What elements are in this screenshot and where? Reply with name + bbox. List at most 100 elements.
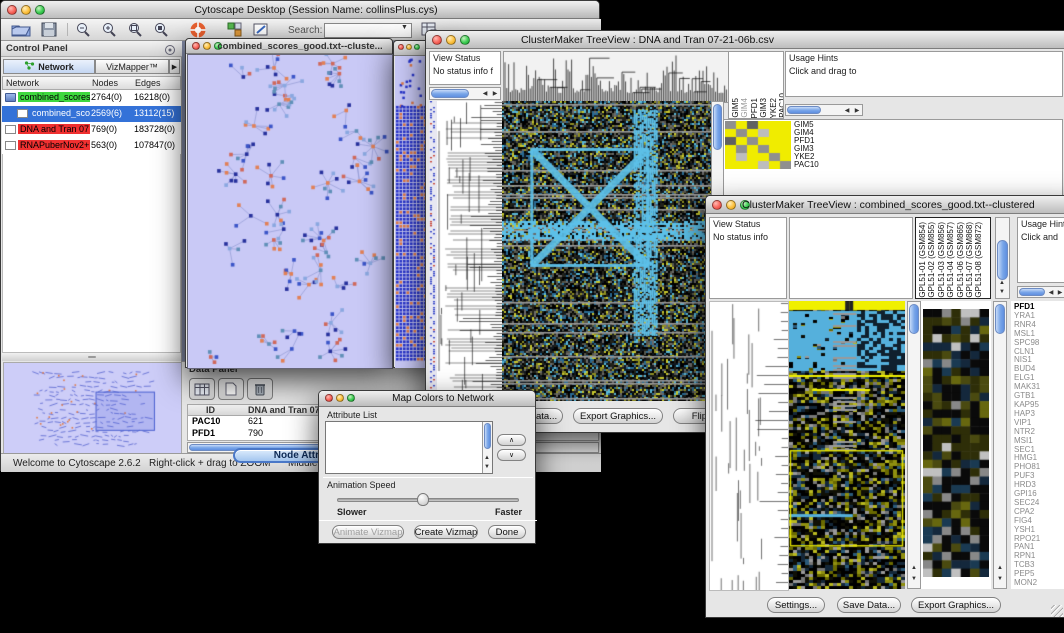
- zoom-out-icon[interactable]: [75, 22, 91, 43]
- minimize-icon[interactable]: [406, 44, 412, 50]
- network-list-row[interactable]: combined_sco 2569(6) 13112(15): [2, 106, 181, 122]
- attribute-listbox[interactable]: [325, 421, 493, 474]
- scroll-right-icon[interactable]: ▶: [1055, 290, 1064, 297]
- tab-network[interactable]: Network: [3, 59, 95, 74]
- tab-network-label: Network: [38, 62, 74, 72]
- window-resize-grip[interactable]: [1051, 605, 1063, 617]
- dialog-window-controls[interactable]: [325, 394, 355, 402]
- network-table-header: Network Nodes Edges: [2, 76, 181, 90]
- treeview2-detail-hscrollbar[interactable]: ◀ ▶: [1017, 286, 1064, 298]
- treeview2-vscroll-thumb[interactable]: [909, 304, 919, 334]
- minimize-icon[interactable]: [726, 200, 736, 210]
- scroll-down-icon[interactable]: ▼: [997, 289, 1007, 296]
- treeview1-column-dendrogram[interactable]: [503, 51, 729, 103]
- close-icon[interactable]: [192, 42, 200, 50]
- speed-slider-thumb[interactable]: [417, 493, 429, 506]
- zoom-window-icon[interactable]: [347, 394, 355, 402]
- treeview2-column-dendrogram-area[interactable]: [789, 217, 913, 299]
- zoom-in-icon[interactable]: [101, 22, 117, 43]
- main-titlebar[interactable]: Cytoscape Desktop (Session Name: collins…: [1, 1, 599, 19]
- treeview1-main-heatmap[interactable]: [502, 101, 711, 401]
- treeview2-titlebar[interactable]: ClusterMaker TreeView : combined_scores_…: [706, 196, 1064, 214]
- column-label: YKE2: [769, 98, 778, 118]
- network-view-canvas[interactable]: [187, 54, 393, 369]
- new-attribute-button[interactable]: [218, 378, 244, 400]
- gene-label: MON2: [1014, 579, 1064, 588]
- treeview1-row-dendrogram[interactable]: [437, 101, 502, 401]
- scroll-left-icon[interactable]: ◀: [842, 108, 852, 115]
- network-row-icon: [5, 93, 16, 102]
- treeview2-labels-vscrollbar[interactable]: ▲ ▼: [995, 217, 1010, 299]
- scroll-right-icon[interactable]: ▶: [852, 108, 862, 115]
- scroll-right-icon[interactable]: ▶: [490, 91, 500, 98]
- panel-splitter[interactable]: [2, 353, 181, 361]
- scroll-left-icon[interactable]: ◀: [480, 91, 490, 98]
- detail-hscroll-thumb[interactable]: [1019, 288, 1045, 296]
- treeview2-vscrollbar[interactable]: ▲ ▼: [907, 301, 921, 589]
- done-button[interactable]: Done: [488, 525, 526, 539]
- zoom-selected-icon[interactable]: [153, 22, 169, 43]
- window-controls[interactable]: [7, 5, 45, 15]
- treeview1-vscroll-thumb[interactable]: [713, 104, 722, 150]
- treeview1-export-graphics-button[interactable]: Export Graphics...: [573, 408, 663, 424]
- treeview2-save-data-button[interactable]: Save Data...: [837, 597, 901, 613]
- treeview1-detail-hscroll-thumb[interactable]: [787, 106, 821, 114]
- zoom-fit-icon[interactable]: [127, 22, 143, 43]
- treeview1-titlebar[interactable]: ClusterMaker TreeView : DNA and Tran 07-…: [426, 31, 1064, 49]
- treeview2-detail-heatmap[interactable]: [923, 309, 989, 577]
- close-icon[interactable]: [325, 394, 333, 402]
- network-list-row[interactable]: combined_scores 2764(0) 16218(0): [2, 90, 181, 106]
- open-session-icon[interactable]: [11, 22, 31, 42]
- search-input[interactable]: [324, 23, 412, 38]
- scroll-up-icon[interactable]: ▲: [997, 280, 1007, 287]
- dense-network-window-controls[interactable]: [398, 44, 420, 50]
- treeview2-title: ClusterMaker TreeView : combined_scores_…: [742, 199, 1064, 211]
- treeview2-settings-button[interactable]: Settings...: [767, 597, 825, 613]
- tab-vizmapper[interactable]: VizMapper™: [95, 59, 169, 74]
- dialog-titlebar[interactable]: Map Colors to Network: [319, 391, 535, 407]
- dialog-title: Map Colors to Network: [359, 393, 527, 404]
- treeview2-main-heatmap[interactable]: [789, 301, 905, 589]
- search-dropdown-arrow-icon[interactable]: ▼: [401, 24, 408, 31]
- network-view-titlebar[interactable]: combined_scores_good.txt--cluste...: [186, 39, 392, 54]
- scroll-down-icon[interactable]: ▼: [482, 464, 492, 471]
- close-icon[interactable]: [7, 5, 17, 15]
- treeview2-detail-vscrollbar[interactable]: ▲ ▼: [993, 301, 1007, 589]
- zoom-window-icon[interactable]: [414, 44, 420, 50]
- scroll-down-icon[interactable]: ▼: [995, 576, 1005, 583]
- delete-attribute-button[interactable]: [247, 378, 273, 400]
- scroll-down-icon[interactable]: ▼: [909, 576, 919, 583]
- attribute-select-button[interactable]: [189, 378, 215, 400]
- network-list-row[interactable]: DNA and Tran 07 769(0) 183728(0): [2, 122, 181, 138]
- tab-overflow-button[interactable]: ▶: [169, 59, 180, 74]
- move-down-button[interactable]: ∨: [497, 449, 526, 461]
- treeview2-column-labels: GPL51-01 (GSM854)GPL51-02 (GSM855)GPL51-…: [915, 217, 991, 299]
- detail-vscroll-thumb[interactable]: [995, 304, 1005, 334]
- treeview1-left-hscroll-thumb[interactable]: [431, 89, 469, 98]
- treeview2-export-graphics-button[interactable]: Export Graphics...: [911, 597, 1001, 613]
- move-up-button[interactable]: ∧: [497, 434, 526, 446]
- slower-label: Slower: [337, 507, 367, 517]
- scroll-up-icon[interactable]: ▲: [482, 455, 492, 462]
- labels-vscroll-thumb[interactable]: [997, 240, 1008, 280]
- close-icon[interactable]: [398, 44, 404, 50]
- attribute-list-label: Attribute List: [327, 410, 377, 420]
- create-vizmap-button[interactable]: Create Vizmap: [414, 525, 478, 539]
- minimize-icon[interactable]: [21, 5, 31, 15]
- treeview1-detail-heatmap[interactable]: [725, 121, 791, 169]
- treeview1-left-hscrollbar[interactable]: ◀ ▶: [429, 87, 501, 100]
- treeview2-row-dendrogram[interactable]: [709, 301, 789, 591]
- network-overview-thumbnail[interactable]: [3, 362, 182, 455]
- attribute-list-scroll-thumb[interactable]: [484, 423, 491, 449]
- save-session-icon[interactable]: [41, 22, 57, 42]
- attribute-list-vscrollbar[interactable]: ▲ ▼: [482, 422, 492, 473]
- scroll-up-icon[interactable]: ▲: [995, 565, 1005, 572]
- column-label: GIM4: [740, 98, 749, 118]
- minimize-icon[interactable]: [336, 394, 344, 402]
- minimize-icon[interactable]: [203, 42, 211, 50]
- animate-vizmap-button[interactable]: Animate Vizmap: [332, 525, 404, 539]
- close-icon[interactable]: [712, 200, 722, 210]
- network-list-row[interactable]: RNAPuberNov2+ 563(0) 107847(0): [2, 138, 181, 154]
- scroll-up-icon[interactable]: ▲: [909, 565, 919, 572]
- treeview1-detail-hscrollbar[interactable]: ◀ ▶: [785, 104, 863, 116]
